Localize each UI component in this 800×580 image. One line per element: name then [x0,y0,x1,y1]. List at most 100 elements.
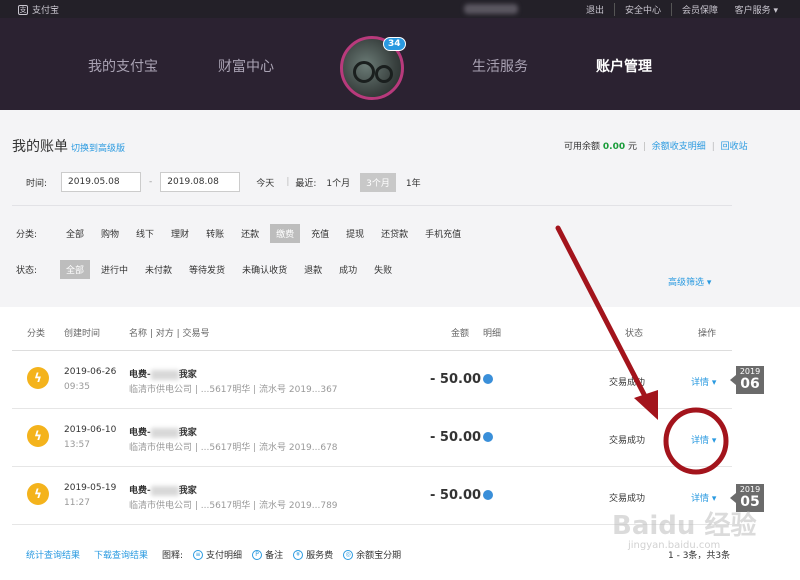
balance-label: 可用余额 [564,142,601,152]
row-name: 电费- 我家 [129,367,197,380]
time-3-months[interactable]: 3个月 [360,172,396,192]
status-all[interactable]: 全部 [60,260,91,279]
notification-badge[interactable]: 34 [383,37,406,51]
page-title: 我的账单 [12,139,68,155]
switch-advanced-link[interactable]: 切换到高级版 [71,141,125,154]
month-tag-year: 2019 [739,367,761,376]
time-label: 时间: [26,178,48,189]
balance-unit: 元 [627,142,637,152]
category-offline[interactable]: 线下 [130,224,160,243]
end-date-input[interactable]: 2019.08.08 [160,172,241,192]
nav-life-service[interactable]: 生活服务 [472,56,528,76]
nav-my-alipay[interactable]: 我的支付宝 [88,56,158,76]
start-date-input[interactable]: 2019.05.08 [61,172,142,192]
table-row[interactable]: ϟ 2019-06-10 13:57 电费- 我家 临清市供电公司 | ...56… [0,409,800,467]
col-status: 状态 [625,329,644,339]
avatar-image [353,61,375,83]
row-detail-link[interactable]: 详情 ▾ [691,433,716,446]
name-suffix: 我家 [178,428,197,438]
row-detail-link[interactable]: 详情 ▾ [691,491,716,504]
category-mobile-recharge[interactable]: 手机充值 [419,224,467,243]
blurred-name [150,485,179,496]
electricity-icon: ϟ [27,367,49,389]
row-time: 13:57 [64,440,90,450]
payment-detail-icon[interactable] [483,374,493,384]
category-finance[interactable]: 理财 [165,224,195,243]
blurred-name [150,427,179,438]
legend: 图释: ≡ 支付明细 P 备注 ¥ 服务费 ◎ 余额宝分期 [162,548,401,561]
month-tag: 2019 06 [730,366,764,394]
payment-detail-icon[interactable] [483,490,493,500]
blurred-name [150,369,179,380]
time-1-month[interactable]: 1个月 [320,173,356,192]
category-shopping[interactable]: 购物 [95,224,125,243]
col-amount: 金额 [451,329,470,339]
status-success[interactable]: 成功 [333,260,363,279]
row-amount: - 50.00 [430,488,482,503]
category-utility[interactable]: 缴费 [270,224,301,243]
table-row[interactable]: ϟ 2019-06-26 09:35 电费- 我家 临清市供电公司 | ...56… [0,351,800,409]
divider: | [711,142,715,152]
category-transfer[interactable]: 转账 [200,224,230,243]
legend-service-fee: 服务费 [306,551,334,561]
row-amount: - 50.00 [430,430,482,445]
status-unconfirmed[interactable]: 未确认收货 [236,260,293,279]
name-prefix: 电费- [129,428,151,438]
customer-service-menu[interactable]: 客户服务 ▾ [735,3,778,16]
category-loan-repay[interactable]: 还贷款 [375,224,414,243]
sub-suffix: 明华 | 流水号 2019...789 [232,501,338,511]
category-repay[interactable]: 还款 [235,224,265,243]
category-all[interactable]: 全部 [60,224,90,243]
status-failed[interactable]: 失败 [368,260,398,279]
note-icon: P [252,549,263,560]
recent-label: 最近: [295,178,317,189]
row-detail-link[interactable]: 详情 ▾ [691,375,716,388]
download-results-link[interactable]: 下载查询结果 [94,548,148,561]
status-unpaid[interactable]: 未付款 [139,260,178,279]
sub-suffix: 明华 | 流水号 2019...367 [232,385,338,395]
top-links: 退出 安全中心 会员保障 [576,3,728,16]
table-header: 分类 创建时间 名称 | 对方 | 交易号 金额 明细 状态 操作 [0,322,800,342]
category-recharge[interactable]: 充值 [305,224,335,243]
logout-link[interactable]: 退出 [576,3,614,16]
bill-filter-panel: 我的账单 切换到高级版 可用余额 0.00 元 | 余额收支明细 | 回收站 时… [0,110,800,307]
top-bar: 支 支付宝 退出 安全中心 会员保障 客户服务 ▾ [0,0,800,18]
payment-detail-icon: ≡ [193,549,204,560]
category-withdraw[interactable]: 提现 [340,224,370,243]
row-time: 11:27 [64,498,90,508]
stats-query-link[interactable]: 统计查询结果 [26,548,80,561]
legend-label: 图释: [162,551,184,561]
row-status: 交易成功 [609,436,646,446]
month-tag-month: 06 [740,376,760,392]
row-date: 2019-06-10 [64,425,117,435]
time-today[interactable]: 今天 [250,173,280,192]
advanced-filter-link[interactable]: 高级筛选 ▾ [668,275,711,288]
brand-name: 支付宝 [32,6,60,16]
status-in-progress[interactable]: 进行中 [95,260,134,279]
status-awaiting-shipment[interactable]: 等待发货 [183,260,231,279]
nav-account-management[interactable]: 账户管理 [596,56,652,76]
col-created: 创建时间 [64,329,101,339]
sub-prefix: 临清市供电公司 | ...5617 [129,385,233,395]
row-status: 交易成功 [609,378,646,388]
security-center-link[interactable]: 安全中心 [613,3,671,16]
time-1-year[interactable]: 1年 [400,173,427,192]
blurred-username [464,4,518,14]
avatar-image-detail [375,65,393,83]
row-subinfo: 临清市供电公司 | ...5617明华 | 流水号 2019...367 [129,382,338,395]
brand[interactable]: 支 支付宝 [18,3,59,16]
time-filter: 时间: 2019.05.08 - 2019.08.08 今天 | 最近: 1个月… [26,172,427,192]
divider: | [286,177,290,187]
name-prefix: 电费- [129,486,151,496]
member-protection-link[interactable]: 会员保障 [670,3,728,16]
legend-payment-detail: 支付明细 [206,551,243,561]
main-nav: 我的支付宝 财富中心 34 生活服务 账户管理 [0,18,800,110]
status-refund[interactable]: 退款 [298,260,328,279]
balance-detail-link[interactable]: 余额收支明细 [652,142,706,152]
recycle-bin-link[interactable]: 回收站 [721,142,748,152]
row-amount: - 50.00 [430,372,482,387]
nav-wealth-center[interactable]: 财富中心 [218,56,274,76]
payment-detail-icon[interactable] [483,432,493,442]
name-suffix: 我家 [178,370,197,380]
name-suffix: 我家 [178,486,197,496]
